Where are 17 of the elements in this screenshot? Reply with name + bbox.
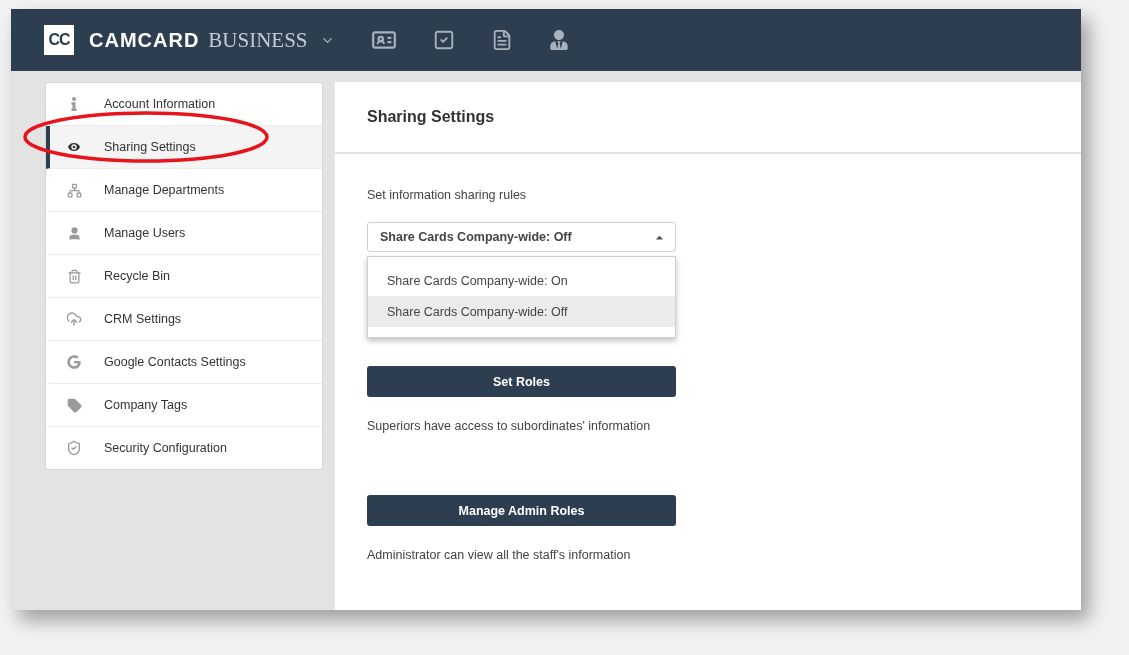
dropdown-option[interactable]: Share Cards Company-wide: On: [368, 265, 675, 296]
rules-label: Set information sharing rules: [367, 188, 527, 202]
role-description: Administrator can view all the staff's information: [367, 548, 631, 562]
role-description: Superiors have access to subordinates' information: [367, 419, 651, 433]
sidebar-item[interactable]: Sharing Settings: [46, 126, 322, 169]
page-title: Sharing Settings: [367, 108, 495, 126]
logo: CC: [44, 25, 74, 55]
brand-name: CAMCARD: [89, 28, 200, 52]
dropdown-option[interactable]: Share Cards Company-wide: Off: [368, 296, 675, 327]
checkbox-icon[interactable]: [432, 29, 455, 51]
user-tie-icon[interactable]: [548, 30, 569, 50]
product-name: BUSINESS: [208, 27, 308, 53]
cloud-upload-icon: [64, 311, 84, 327]
sharing-select[interactable]: Share Cards Company-wide: Off: [367, 222, 676, 252]
google-icon: [64, 355, 84, 369]
role-button[interactable]: Set Roles: [367, 366, 676, 397]
role-button[interactable]: Manage Admin Roles: [367, 495, 676, 526]
